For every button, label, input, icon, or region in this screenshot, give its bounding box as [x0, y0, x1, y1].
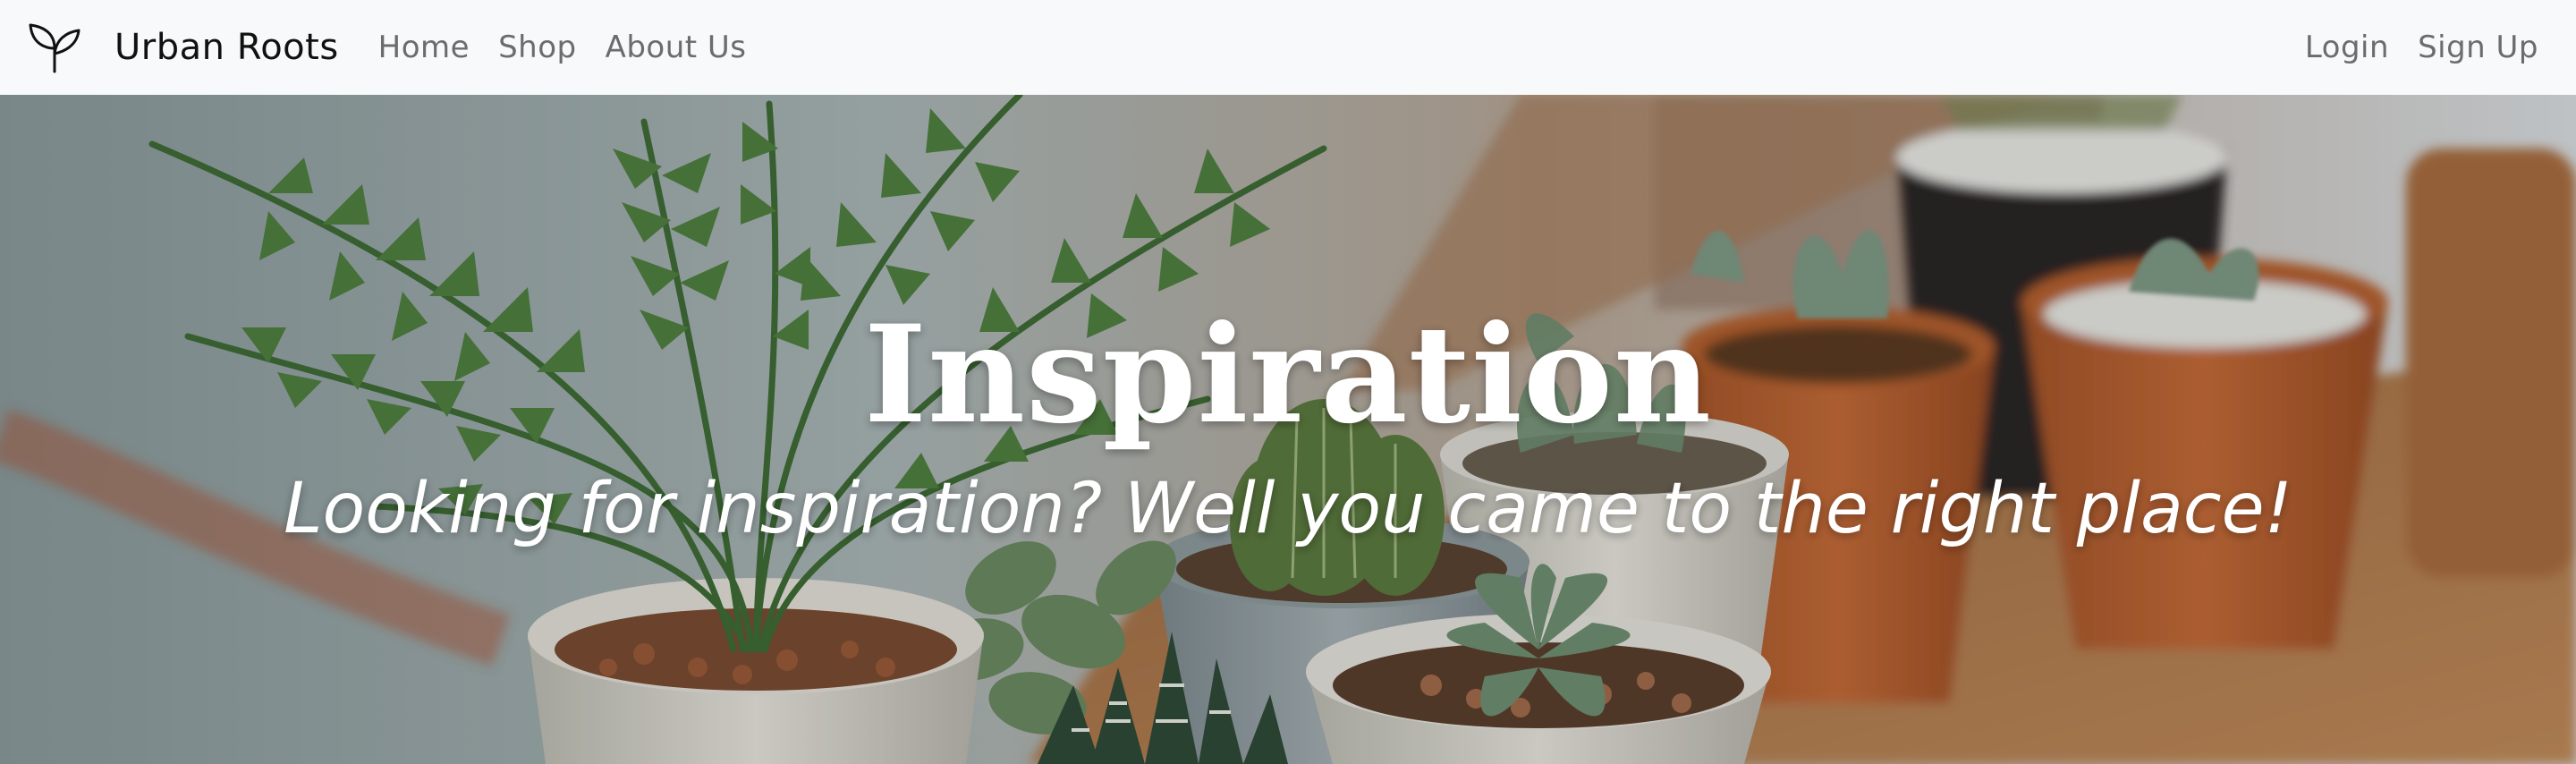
nav-shop-link[interactable]: Shop — [498, 30, 577, 65]
hero-title: Inspiration — [863, 296, 1713, 454]
account-nav: Login Sign Up — [2305, 30, 2538, 65]
sprout-icon — [29, 23, 80, 73]
primary-nav: Home Shop About Us — [378, 30, 747, 65]
nav-signup-link[interactable]: Sign Up — [2418, 30, 2538, 65]
nav-about-link[interactable]: About Us — [606, 30, 747, 65]
hero-subtitle: Looking for inspiration? Well you came t… — [284, 469, 2292, 549]
brand-name: Urban Roots — [114, 27, 339, 68]
nav-login-link[interactable]: Login — [2305, 30, 2389, 65]
top-navbar: Urban Roots Home Shop About Us Login Sig… — [0, 0, 2576, 95]
hero-section: Inspiration Looking for inspiration? Wel… — [0, 95, 2576, 764]
brand-link[interactable]: Urban Roots — [27, 20, 339, 75]
nav-home-link[interactable]: Home — [378, 30, 470, 65]
